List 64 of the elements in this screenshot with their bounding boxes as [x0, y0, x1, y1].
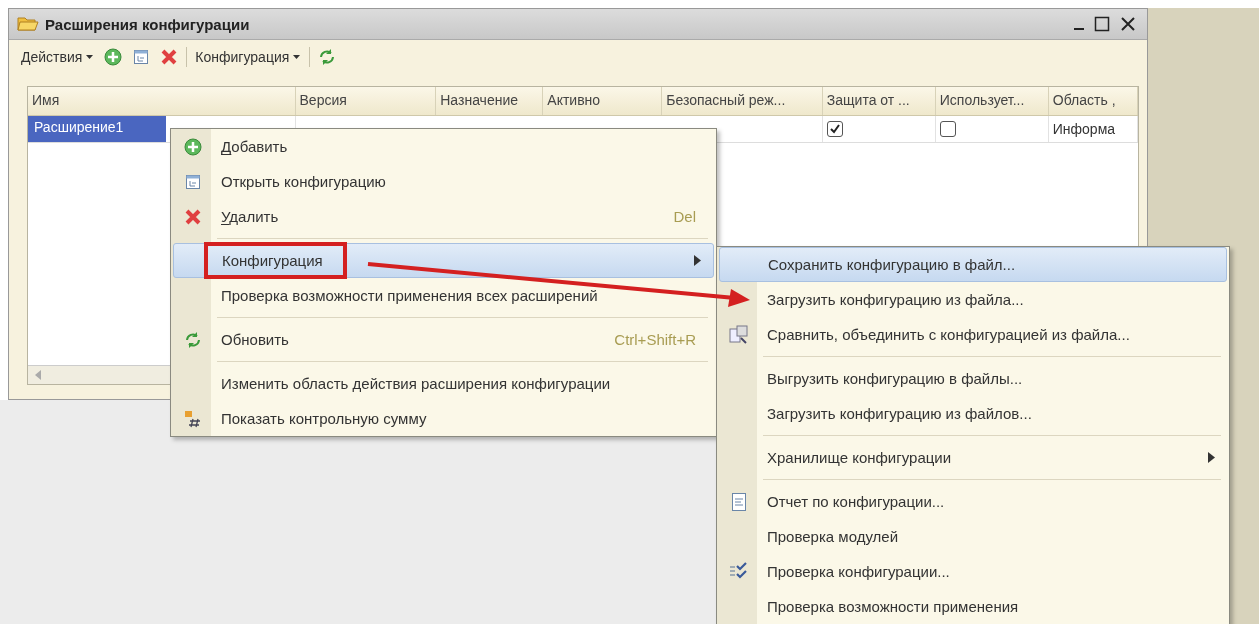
table-cell: Информа [1052, 121, 1116, 137]
menu-item[interactable]: Хранилище конфигурации [719, 440, 1227, 475]
menu-item[interactable]: Проверка модулей [719, 519, 1227, 554]
menu-item-label: Сравнить, объединить с конфигурацией из файла... [766, 326, 1130, 343]
minimize-icon [1074, 28, 1084, 30]
menu-item[interactable]: Открыть конфигурацию [173, 164, 714, 199]
column-header[interactable]: Защита от ... [822, 87, 936, 115]
column-header[interactable]: Область , [1048, 87, 1139, 115]
column-header[interactable]: Безопасный реж... [662, 87, 823, 115]
menu-item[interactable]: Добавить [173, 129, 714, 164]
menu-item[interactable]: Сохранить конфигурацию в файл... [719, 247, 1227, 282]
menu-item-label: Добавить [220, 138, 288, 155]
checkbox[interactable] [939, 121, 956, 137]
menu-item-label: Проверка модулей [766, 528, 899, 545]
menu-item[interactable]: Отчет по конфигурации... [719, 484, 1227, 519]
add-button[interactable] [102, 46, 125, 68]
menu-item-label: Удалить [220, 208, 279, 225]
menu-item[interactable]: Показать контрольную сумму [173, 401, 714, 436]
menu-item-label: Загрузить конфигурацию из файла... [766, 291, 1024, 308]
shortcut-label: Del [673, 208, 697, 225]
column-header[interactable]: Версия [295, 87, 437, 115]
document-icon [729, 491, 749, 512]
checkbox[interactable] [826, 121, 843, 137]
menu-item[interactable]: Проверка конфигурации... [719, 554, 1227, 589]
menu-item[interactable]: Загрузить конфигурацию из файла... [719, 282, 1227, 317]
menu-item-label: Проверка возможности применения всех расширений [220, 287, 598, 304]
window-icon [184, 172, 202, 191]
toolbar-dropdown[interactable]: Конфигурация [193, 47, 304, 67]
menu-item[interactable]: Сравнить, объединить с конфигурацией из файла... [719, 317, 1227, 352]
menu-item[interactable]: Выгрузить конфигурацию в файлы... [719, 361, 1227, 396]
add-icon [184, 137, 202, 156]
menu-item-label: Открыть конфигурацию [220, 173, 386, 190]
menu-item-label: Обновить [220, 331, 289, 348]
menu-item-label: Проверка возможности применения [766, 598, 1019, 615]
column-header[interactable]: Использует... [935, 87, 1049, 115]
menu-item-label: Изменить область действия расширения конфигурации [220, 375, 611, 392]
menu-item[interactable]: Конфигурация [173, 243, 714, 278]
menu-item[interactable]: Проверка возможности применения [719, 589, 1227, 624]
menu-item-label: Сохранить конфигурацию в файл... [767, 256, 1016, 273]
hash-icon [184, 409, 202, 428]
menu-item-label: Выгрузить конфигурацию в файлы... [766, 370, 1023, 387]
shortcut-label: Ctrl+Shift+R [614, 331, 697, 348]
column-header[interactable]: Активно [543, 87, 663, 115]
compare-icon [729, 324, 749, 345]
menu-item[interactable]: Проверка возможности применения всех расширений [173, 278, 714, 313]
menu-item-label: Отчет по конфигурации... [766, 493, 945, 510]
delete-icon [184, 207, 202, 226]
menu-item[interactable]: Загрузить конфигурацию из файлов... [719, 396, 1227, 431]
folder-icon [17, 16, 39, 32]
menu-item-label: Хранилище конфигурации [766, 449, 952, 466]
column-header[interactable]: Назначение [436, 87, 544, 115]
menu-item-label: Проверка конфигурации... [766, 563, 950, 580]
refresh-icon [184, 330, 202, 349]
menu-item[interactable]: Изменить область действия расширения конфигурации [173, 366, 714, 401]
column-header[interactable]: Имя [28, 87, 296, 115]
toolbar-dropdown[interactable]: Действия [19, 47, 97, 67]
table-cell[interactable]: Расширение1 [28, 116, 166, 142]
menu-item-label: Показать контрольную сумму [220, 410, 427, 427]
caret-icon [293, 54, 302, 60]
menu-item[interactable]: Обновить Ctrl+Shift+R [173, 322, 714, 357]
menu-item[interactable]: Удалить Del [173, 199, 714, 234]
caret-icon [86, 54, 95, 60]
window-title: Расширения конфигурации [45, 15, 250, 33]
menu-item-label: Загрузить конфигурацию из файлов... [766, 405, 1032, 422]
